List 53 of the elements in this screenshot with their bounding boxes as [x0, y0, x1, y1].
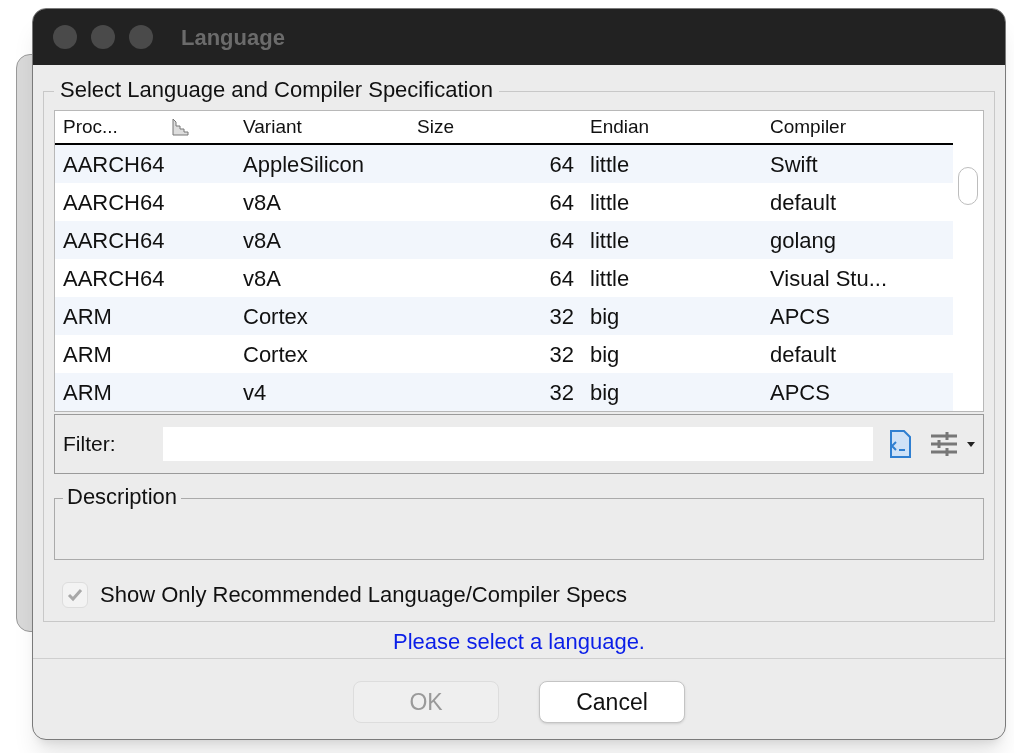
table-cell: AppleSilicon — [243, 151, 365, 177]
table-cell: 32 — [549, 303, 574, 329]
table-cell: APCS — [770, 303, 830, 329]
table-cell: little — [590, 265, 630, 291]
table-cell: big — [590, 303, 620, 329]
table-cell: 64 — [549, 151, 574, 177]
dialog-button[interactable]: Cancel — [539, 681, 685, 723]
window-title: Language — [181, 23, 285, 52]
table-cell: 32 — [549, 341, 574, 367]
table-cell: big — [590, 379, 620, 405]
table-cell: v4 — [243, 379, 267, 405]
table-cell: v8A — [243, 227, 281, 253]
status-message: Please select a language. — [393, 627, 645, 656]
filter-label: Filter: — [63, 431, 117, 458]
table-cell: little — [590, 227, 630, 253]
column-header[interactable]: Variant — [243, 112, 302, 142]
table-cell: big — [590, 341, 620, 367]
column-header[interactable]: Compiler — [770, 112, 847, 142]
table-cell: 64 — [549, 265, 574, 291]
table-cell: AARCH64 — [63, 265, 165, 291]
table-cell: Cortex — [243, 341, 308, 367]
table-cell: 32 — [549, 379, 574, 405]
scrollbar-thumb[interactable] — [958, 167, 978, 205]
table-cell: Swift — [770, 151, 818, 177]
table-cell: v8A — [243, 265, 281, 291]
table-cell: default — [770, 189, 837, 215]
table-cell: 64 — [549, 227, 574, 253]
minimize-icon[interactable] — [91, 25, 115, 49]
filter-options-icon[interactable] — [929, 430, 977, 458]
table-cell: little — [590, 189, 630, 215]
column-header[interactable]: Size — [417, 112, 454, 142]
document-icon[interactable] — [887, 430, 913, 458]
table-cell: ARM — [63, 379, 112, 405]
column-header[interactable]: Proc... — [63, 112, 118, 142]
table-cell: v8A — [243, 189, 281, 215]
table-cell: little — [590, 151, 630, 177]
table-cell: ARM — [63, 303, 112, 329]
check-icon — [67, 587, 83, 602]
table-cell: Cortex — [243, 303, 308, 329]
table-cell: ARM — [63, 341, 112, 367]
close-icon[interactable] — [53, 25, 77, 49]
table-cell: AARCH64 — [63, 227, 165, 253]
table-cell: APCS — [770, 379, 830, 405]
table-cell: Visual Stu... — [770, 265, 887, 291]
table-cell: AARCH64 — [63, 151, 165, 177]
table-cell: golang — [770, 227, 837, 253]
table-cell: 64 — [549, 189, 574, 215]
recommended-label: Show Only Recommended Language/Compiler Specs — [100, 581, 628, 609]
sort-icon[interactable] — [169, 117, 190, 137]
column-header[interactable]: Endian — [590, 112, 650, 142]
zoom-icon[interactable] — [129, 25, 153, 49]
table-cell: default — [770, 341, 837, 367]
table-cell: AARCH64 — [63, 189, 165, 215]
